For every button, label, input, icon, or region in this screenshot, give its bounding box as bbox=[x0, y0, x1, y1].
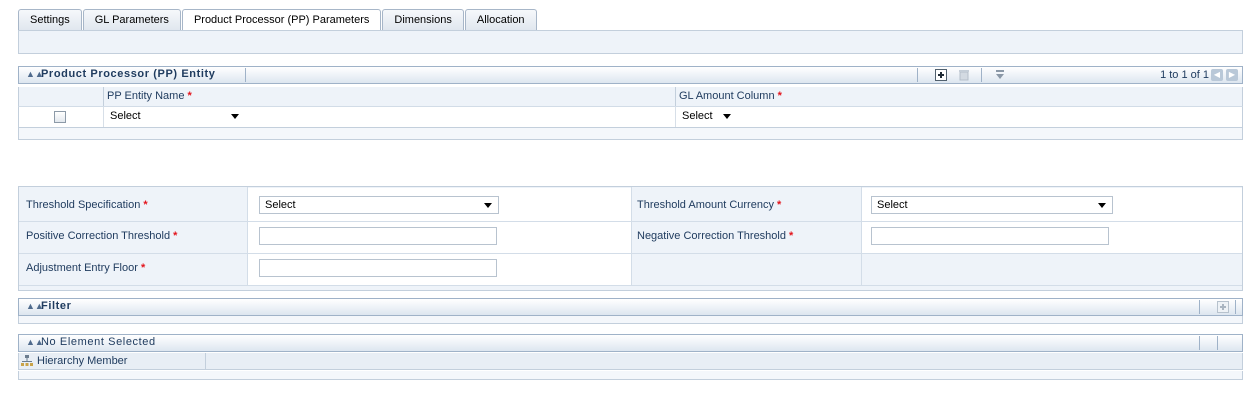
adjustment-floor-input[interactable] bbox=[259, 259, 497, 277]
filter-body bbox=[18, 316, 1243, 324]
positive-threshold-input[interactable] bbox=[259, 227, 497, 245]
add-icon[interactable] bbox=[935, 69, 947, 81]
next-page-icon[interactable]: ▶ bbox=[1226, 69, 1238, 81]
tab-gl-parameters[interactable]: GL Parameters bbox=[82, 9, 181, 31]
pp-grid-header: PP Entity Name * GL Amount Column * bbox=[18, 87, 1243, 106]
no-element-title: No Element Selected bbox=[41, 336, 156, 348]
col-pp-entity-name: PP Entity Name * bbox=[107, 90, 192, 102]
add-filter-icon[interactable] bbox=[1217, 301, 1229, 313]
chevron-down-icon bbox=[484, 203, 492, 208]
hierarchy-icon bbox=[21, 355, 33, 366]
no-element-body bbox=[18, 371, 1243, 380]
pp-entity-title: Product Processor (PP) Entity bbox=[41, 68, 216, 80]
chevron-down-icon bbox=[1098, 203, 1106, 208]
chevron-down-icon bbox=[231, 114, 239, 119]
adjustment-floor-label: Adjustment Entry Floor * bbox=[26, 262, 146, 274]
hierarchy-member-row: Hierarchy Member bbox=[18, 353, 1243, 370]
tab-pp-parameters[interactable]: Product Processor (PP) Parameters bbox=[181, 9, 382, 32]
threshold-spec-select[interactable]: Select bbox=[259, 196, 499, 214]
table-row: Select Select bbox=[18, 106, 1243, 128]
pp-grid-footer bbox=[18, 128, 1243, 140]
negative-threshold-input[interactable] bbox=[871, 227, 1109, 245]
delete-icon[interactable] bbox=[958, 69, 970, 81]
tab-settings[interactable]: Settings bbox=[18, 9, 82, 31]
tab-content-strip bbox=[18, 30, 1243, 54]
threshold-form: Threshold Specification * Select Thresho… bbox=[18, 186, 1243, 291]
threshold-currency-select[interactable]: Select bbox=[871, 196, 1113, 214]
pp-entity-select[interactable]: Select bbox=[105, 108, 245, 126]
gl-amount-select[interactable]: Select bbox=[677, 108, 737, 126]
prev-page-icon[interactable]: ◀ bbox=[1211, 69, 1223, 81]
hierarchy-member-label: Hierarchy Member bbox=[37, 355, 128, 367]
pp-entity-header: ▲▲ Product Processor (PP) Entity 1 to 1 … bbox=[18, 66, 1243, 84]
row-checkbox[interactable] bbox=[54, 111, 66, 123]
threshold-currency-label: Threshold Amount Currency * bbox=[637, 199, 782, 211]
negative-threshold-label: Negative Correction Threshold * bbox=[637, 230, 794, 242]
no-element-header: ▲▲ No Element Selected bbox=[18, 334, 1243, 352]
threshold-spec-label: Threshold Specification * bbox=[26, 199, 148, 211]
pager-text: 1 to 1 of 1 bbox=[1160, 69, 1209, 81]
tab-allocation[interactable]: Allocation bbox=[464, 9, 537, 31]
positive-threshold-label: Positive Correction Threshold * bbox=[26, 230, 178, 242]
chevron-down-icon bbox=[723, 114, 731, 119]
filter-title: Filter bbox=[41, 300, 72, 312]
tab-dimensions[interactable]: Dimensions bbox=[382, 9, 464, 31]
filter-header: ▲▲ Filter bbox=[18, 298, 1243, 316]
tab-bar: Settings GL Parameters Product Processor… bbox=[18, 9, 538, 32]
filter-icon[interactable] bbox=[994, 69, 1006, 81]
col-gl-amount: GL Amount Column * bbox=[679, 90, 782, 102]
